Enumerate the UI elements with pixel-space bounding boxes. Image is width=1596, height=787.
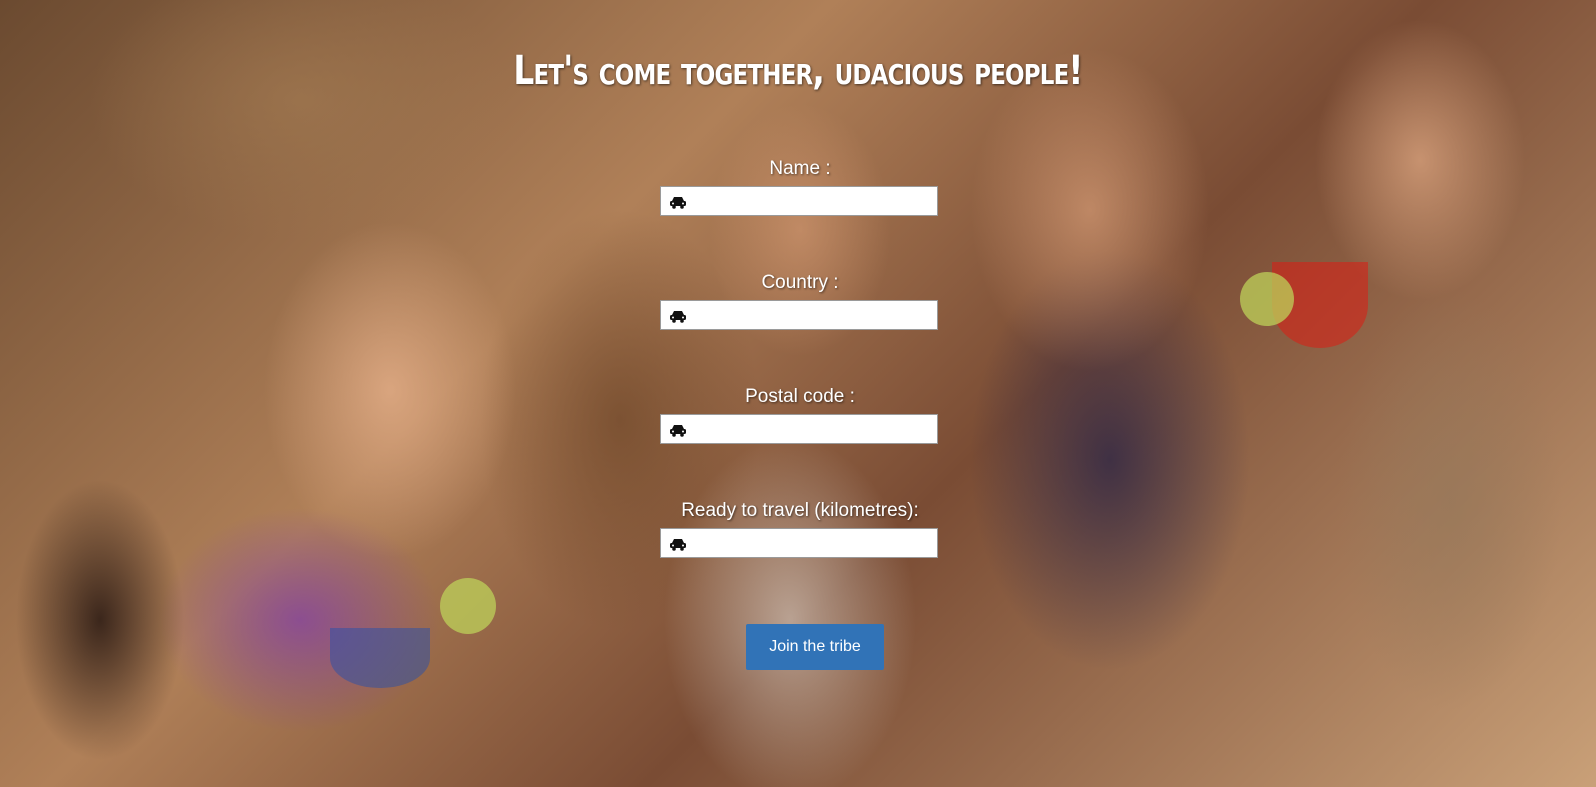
travel-distance-input[interactable] [689,529,933,557]
page-title: Let's come together, udacious people! [513,48,1083,94]
postal-code-input[interactable] [689,415,933,443]
postal-code-input-wrapper[interactable] [660,414,938,444]
car-icon [670,311,686,323]
postal-code-label: Postal code : [745,386,855,407]
country-input-wrapper[interactable] [660,300,938,330]
travel-distance-label: Ready to travel (kilometres): [681,500,919,521]
lime-slice [1240,272,1294,326]
cocktail-glass-blue [330,628,430,688]
country-label: Country : [761,272,839,293]
car-icon [670,197,686,209]
name-label: Name : [769,158,831,179]
country-input[interactable] [689,301,933,329]
name-input[interactable] [689,187,933,215]
car-icon [670,425,686,437]
travel-distance-input-wrapper[interactable] [660,528,938,558]
car-icon [670,539,686,551]
lime-slice [440,578,496,634]
join-the-tribe-button[interactable]: Join the tribe [746,624,884,670]
name-input-wrapper[interactable] [660,186,938,216]
